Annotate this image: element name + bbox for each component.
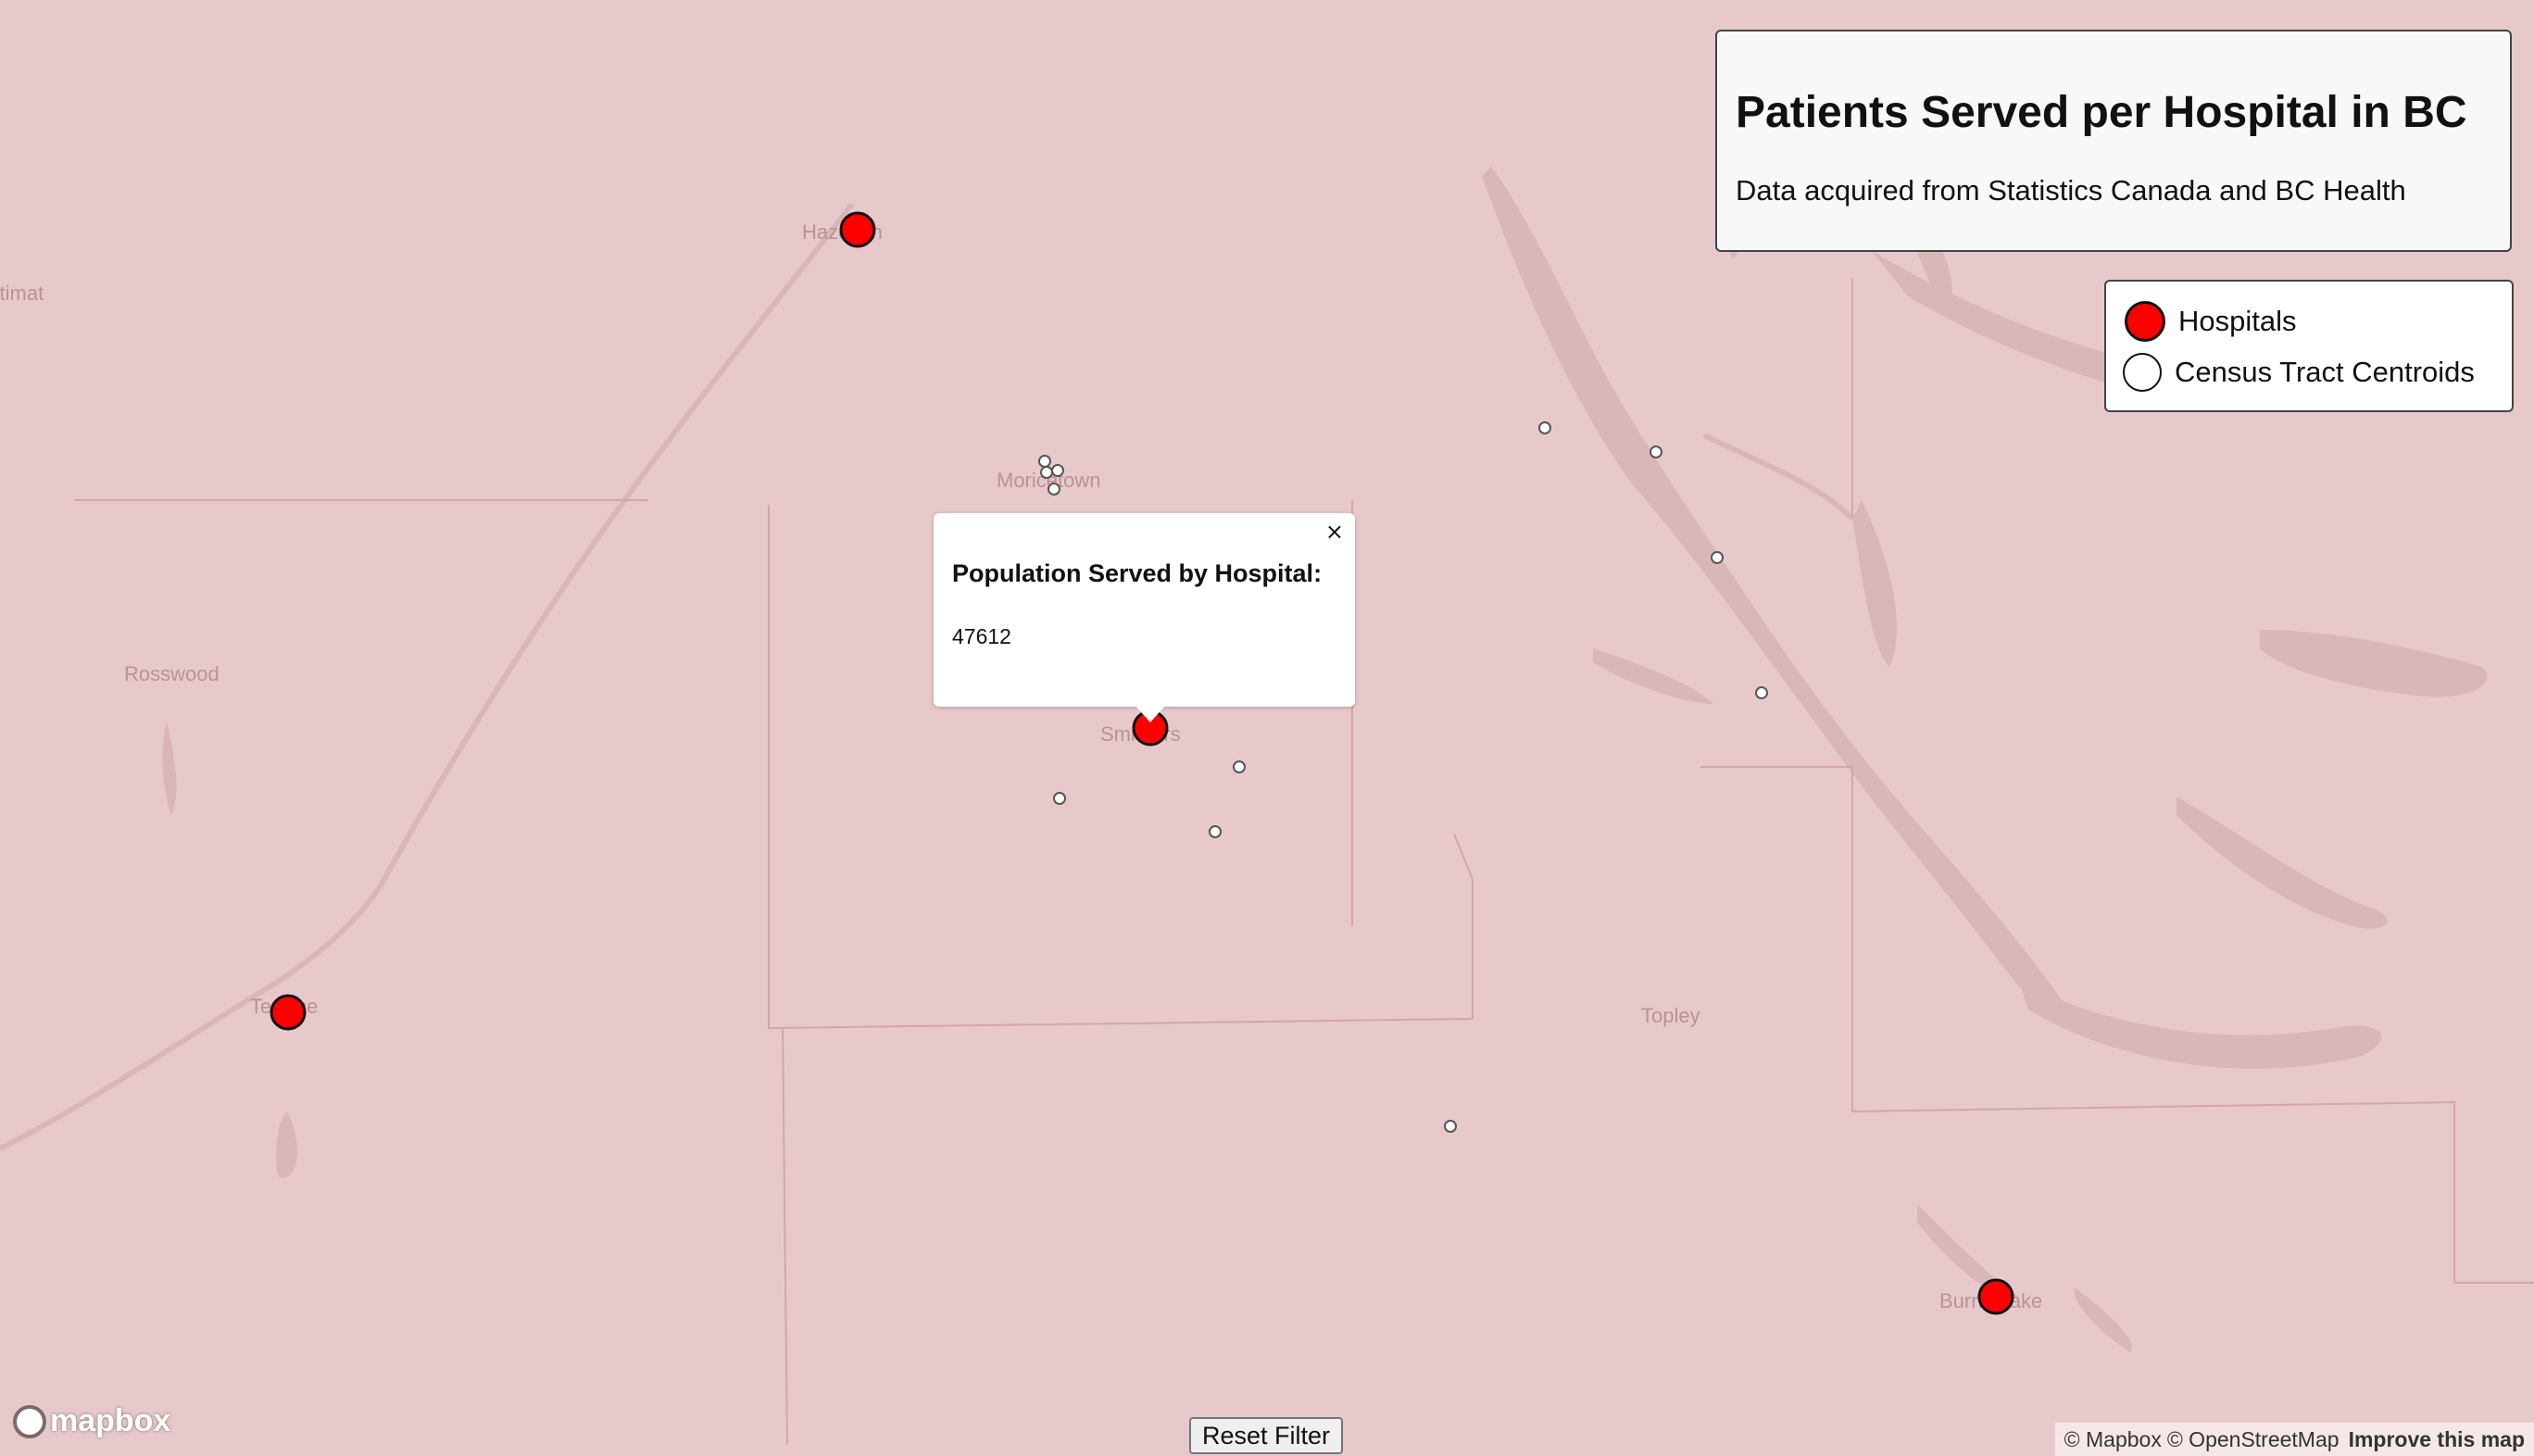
place-label-topley: Topley	[1641, 1004, 1700, 1027]
place-label-rosswood: Rosswood	[124, 662, 220, 685]
centroid-marker[interactable]	[1051, 464, 1064, 477]
map-subtitle: Data acquired from Statistics Canada and…	[1736, 174, 2406, 207]
legend-label: Hospitals	[2178, 305, 2297, 337]
centroid-marker[interactable]	[1233, 760, 1246, 773]
attribution: © Mapbox © OpenStreetMap Improve this ma…	[2054, 1423, 2534, 1456]
legend-item-census-tract-centroids: Census Tract Centroids	[2123, 353, 2475, 392]
centroid-marker[interactable]	[1038, 455, 1051, 468]
legend: Hospitals Census Tract Centroids	[2104, 280, 2514, 412]
mapbox-logo-icon	[13, 1404, 46, 1438]
centroid-marker[interactable]	[1444, 1120, 1457, 1133]
popup-heading: Population Served by Hospital:	[952, 559, 1323, 587]
hospital-marker-burns-lake[interactable]	[1977, 1278, 2014, 1315]
popup-tip	[1135, 706, 1165, 722]
popup-value: 47612	[952, 624, 1011, 648]
centroid-marker[interactable]	[1650, 446, 1662, 458]
mapbox-logo-text: mapbox	[50, 1403, 171, 1438]
close-icon[interactable]: ×	[1325, 519, 1344, 545]
centroid-marker[interactable]	[1040, 466, 1053, 479]
attribution-mapbox-link[interactable]: © Mapbox	[2064, 1427, 2162, 1452]
centroid-marker[interactable]	[1047, 483, 1060, 496]
title-panel: Patients Served per Hospital in BC Data …	[1715, 30, 2512, 252]
place-label-kitimat: Kitimat	[0, 282, 44, 305]
centroid-marker[interactable]	[1538, 421, 1551, 434]
legend-label: Census Tract Centroids	[2175, 356, 2475, 388]
hospital-symbol-icon	[2125, 301, 2165, 342]
centroid-marker[interactable]	[1209, 825, 1222, 838]
centroid-marker[interactable]	[1755, 686, 1768, 699]
centroid-marker[interactable]	[1711, 551, 1724, 564]
attribution-osm-link[interactable]: © OpenStreetMap	[2167, 1427, 2340, 1452]
hospital-popup: × Population Served by Hospital: 47612	[934, 513, 1355, 707]
hospital-marker-terrace[interactable]	[270, 994, 307, 1031]
improve-map-link[interactable]: Improve this map	[2349, 1427, 2525, 1452]
centroid-symbol-icon	[2123, 353, 2162, 392]
hospital-marker-hazelton[interactable]	[839, 211, 876, 248]
reset-filter-button[interactable]: Reset Filter	[1189, 1417, 1343, 1454]
map-title: Patients Served per Hospital in BC	[1736, 88, 2467, 137]
legend-item-hospitals: Hospitals	[2125, 301, 2297, 342]
mapbox-logo[interactable]: mapbox	[13, 1403, 170, 1439]
centroid-marker[interactable]	[1053, 792, 1066, 805]
